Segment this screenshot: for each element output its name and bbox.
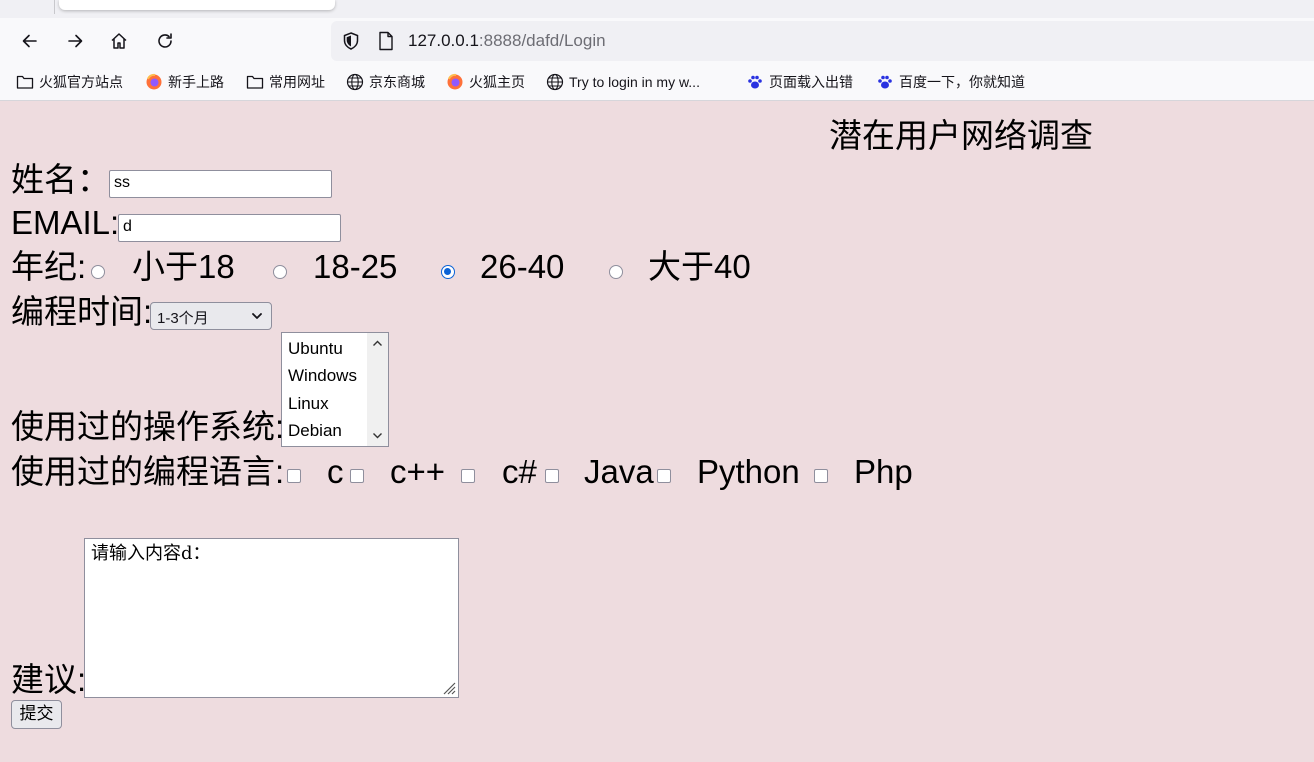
os-option-debian[interactable]: Debian xyxy=(288,420,342,442)
forward-arrow-icon xyxy=(68,34,83,48)
home-button[interactable] xyxy=(105,27,133,55)
resize-grip-icon[interactable] xyxy=(440,679,456,695)
programming-time-select[interactable]: 1-3个月 xyxy=(150,302,272,330)
bookmark-label: 火狐官方站点 xyxy=(39,74,123,90)
os-option-linux[interactable]: Linux xyxy=(288,393,329,415)
globe-icon xyxy=(546,73,564,91)
bookmarks-toolbar: 火狐官方站点 新手上路 常用网址 京东商城 火狐主页 Try to login … xyxy=(0,64,1314,101)
lang-checkbox-python[interactable] xyxy=(657,469,671,483)
os-option-ubuntu[interactable]: Ubuntu xyxy=(288,338,343,360)
back-arrow-icon xyxy=(22,34,37,48)
firefox-icon xyxy=(447,73,463,90)
active-tab[interactable] xyxy=(59,0,335,10)
os-label: 使用过的操作系统: xyxy=(11,408,285,445)
baidu-paw-icon xyxy=(878,75,892,89)
programming-time-value: 1-3个月 xyxy=(157,310,209,327)
firefox-icon xyxy=(146,73,162,90)
bookmark-baidu[interactable]: 百度一下，你就知道 xyxy=(876,72,1025,92)
forward-button[interactable] xyxy=(61,27,89,55)
scroll-up-icon[interactable] xyxy=(372,338,383,349)
lang-option-label: c xyxy=(327,453,344,490)
url-text[interactable]: 127.0.0.1:8888/dafd/Login xyxy=(408,30,606,52)
lang-checkbox-csharp[interactable] xyxy=(461,469,475,483)
navigation-toolbar: 127.0.0.1:8888/dafd/Login xyxy=(0,18,1314,64)
language-label: 使用过的编程语言: xyxy=(11,453,285,490)
bookmark-label: 百度一下，你就知道 xyxy=(899,74,1025,90)
page-info-icon[interactable] xyxy=(377,31,395,51)
advice-textarea[interactable]: 请输入内容d： xyxy=(84,538,459,698)
survey-page: 潜在用户网络调查 姓名： ss EMAIL: d 年纪: 小于18 18-25 … xyxy=(0,101,1314,762)
scroll-down-icon[interactable] xyxy=(372,430,383,441)
folder-icon xyxy=(16,75,34,89)
bookmark-folder-common-sites[interactable]: 常用网址 xyxy=(246,72,325,92)
lang-option-label: Php xyxy=(854,453,913,490)
shield-icon[interactable] xyxy=(341,31,361,51)
name-label: 姓名： xyxy=(11,161,110,198)
programming-time-label: 编程时间: xyxy=(11,293,153,330)
email-label: EMAIL: xyxy=(11,204,120,241)
bookmark-getting-started[interactable]: 新手上路 xyxy=(145,72,224,92)
age-radio-26-40[interactable] xyxy=(441,265,455,279)
name-input[interactable]: ss xyxy=(109,170,332,198)
bookmark-label: 新手上路 xyxy=(168,74,224,90)
age-radio-under-18[interactable] xyxy=(91,265,105,279)
reload-icon xyxy=(158,33,172,48)
tab-separator xyxy=(54,0,55,14)
bookmark-jd[interactable]: 京东商城 xyxy=(346,72,425,92)
age-label: 年纪: xyxy=(11,248,87,285)
age-option-label: 18-25 xyxy=(313,248,398,285)
page-title: 潜在用户网络调查 xyxy=(829,117,1093,154)
lang-checkbox-cpp[interactable] xyxy=(350,469,364,483)
lang-option-label: Python xyxy=(697,453,800,490)
bookmark-firefox-home[interactable]: 火狐主页 xyxy=(446,72,525,92)
folder-icon xyxy=(246,75,264,89)
advice-label: 建议: xyxy=(11,661,87,698)
age-radio-18-25[interactable] xyxy=(273,265,287,279)
home-icon xyxy=(111,33,127,49)
advice-text: 请输入内容d： xyxy=(91,543,211,564)
bookmark-label: 常用网址 xyxy=(269,74,325,90)
lang-option-label: Java xyxy=(584,453,654,490)
baidu-paw-icon xyxy=(748,75,762,89)
url-host: 127.0.0.1 xyxy=(408,31,479,50)
lang-checkbox-php[interactable] xyxy=(814,469,828,483)
bookmark-label: 京东商城 xyxy=(369,74,425,90)
url-path: :8888/dafd/Login xyxy=(478,31,606,50)
os-listbox[interactable]: Ubuntu Windows Linux Debian xyxy=(281,332,389,447)
bookmark-label: 页面载入出错 xyxy=(769,74,853,90)
lang-option-label: c++ xyxy=(390,453,446,490)
os-option-windows[interactable]: Windows xyxy=(288,365,357,387)
reload-button[interactable] xyxy=(151,27,179,55)
tab-strip xyxy=(0,0,1314,18)
lang-option-label: c# xyxy=(502,453,537,490)
email-input[interactable]: d xyxy=(118,214,341,242)
bookmark-folder-firefox-official[interactable]: 火狐官方站点 xyxy=(16,72,123,92)
bookmark-label: 火狐主页 xyxy=(469,74,525,90)
age-radio-over-40[interactable] xyxy=(609,265,623,279)
url-bar[interactable]: 127.0.0.1:8888/dafd/Login xyxy=(331,21,1314,61)
age-option-label: 26-40 xyxy=(480,248,565,285)
bookmark-page-load-error[interactable]: 页面载入出错 xyxy=(746,72,853,92)
chevron-down-icon xyxy=(252,313,262,319)
bookmark-label: Try to login in my w... xyxy=(569,74,700,90)
age-option-label: 大于40 xyxy=(648,248,751,285)
bookmark-try-to-login[interactable]: Try to login in my w... xyxy=(546,72,700,92)
listbox-scrollbar[interactable] xyxy=(367,333,388,446)
globe-icon xyxy=(346,73,364,91)
lang-checkbox-c[interactable] xyxy=(287,469,301,483)
age-option-label: 小于18 xyxy=(132,248,235,285)
back-button[interactable] xyxy=(16,27,44,55)
submit-button[interactable]: 提交 xyxy=(11,700,62,729)
lang-checkbox-java[interactable] xyxy=(545,469,559,483)
